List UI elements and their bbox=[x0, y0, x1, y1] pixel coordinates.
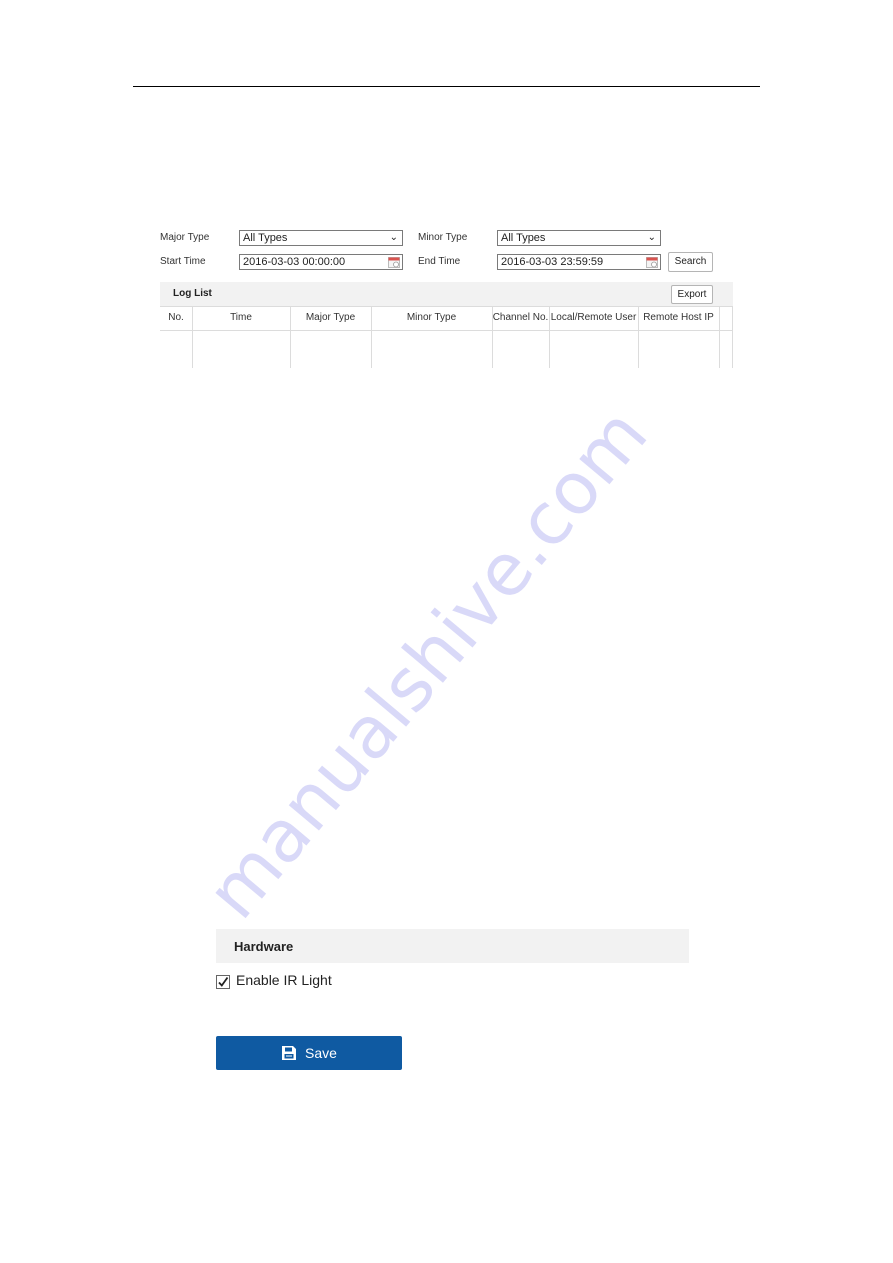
major-type-select[interactable]: All Types ⌄ bbox=[239, 230, 403, 246]
column-header-channel-no[interactable]: Channel No. bbox=[492, 306, 549, 330]
column-divider bbox=[732, 306, 733, 368]
minor-type-select[interactable]: All Types ⌄ bbox=[497, 230, 661, 246]
enable-ir-light-checkbox[interactable] bbox=[216, 975, 230, 989]
column-header-user[interactable]: Local/Remote User bbox=[549, 306, 638, 330]
log-list-title: Log List bbox=[173, 288, 212, 299]
column-header-minor-type[interactable]: Minor Type bbox=[371, 306, 492, 330]
end-time-input[interactable]: 2016-03-03 23:59:59 bbox=[497, 254, 661, 270]
save-label: Save bbox=[305, 1045, 337, 1061]
column-header-remote-host-ip[interactable]: Remote Host IP bbox=[638, 306, 719, 330]
enable-ir-light-label[interactable]: Enable IR Light bbox=[236, 972, 332, 988]
search-button[interactable]: Search bbox=[668, 252, 713, 272]
start-time-label: Start Time bbox=[160, 256, 206, 267]
chevron-down-icon: ⌄ bbox=[647, 232, 656, 243]
column-header-major-type[interactable]: Major Type bbox=[290, 306, 371, 330]
calendar-icon[interactable] bbox=[388, 256, 400, 268]
start-time-input[interactable]: 2016-03-03 00:00:00 bbox=[239, 254, 403, 270]
column-header-no[interactable]: No. bbox=[160, 306, 192, 330]
save-button[interactable]: Save bbox=[216, 1036, 402, 1070]
log-list-header: Log List Export bbox=[160, 282, 733, 306]
chevron-down-icon: ⌄ bbox=[389, 232, 398, 243]
log-table: No. Time Major Type Minor Type Channel N… bbox=[160, 306, 733, 368]
column-header-time[interactable]: Time bbox=[192, 306, 290, 330]
end-time-value: 2016-03-03 23:59:59 bbox=[501, 256, 604, 268]
hardware-title: Hardware bbox=[234, 939, 294, 954]
start-time-value: 2016-03-03 00:00:00 bbox=[243, 256, 346, 268]
major-type-value: All Types bbox=[243, 232, 288, 244]
hardware-section-header: Hardware bbox=[216, 929, 689, 963]
checkmark-icon bbox=[218, 976, 229, 987]
minor-type-label: Minor Type bbox=[418, 232, 468, 243]
minor-type-value: All Types bbox=[501, 232, 546, 244]
save-disk-icon bbox=[282, 1046, 297, 1060]
calendar-icon[interactable] bbox=[646, 256, 658, 268]
column-divider bbox=[719, 306, 720, 368]
end-time-label: End Time bbox=[418, 256, 461, 267]
watermark: manualshive.com bbox=[190, 392, 664, 934]
export-button[interactable]: Export bbox=[671, 285, 713, 304]
major-type-label: Major Type bbox=[160, 232, 210, 243]
page-header-rule bbox=[133, 86, 760, 87]
table-divider bbox=[160, 330, 733, 331]
